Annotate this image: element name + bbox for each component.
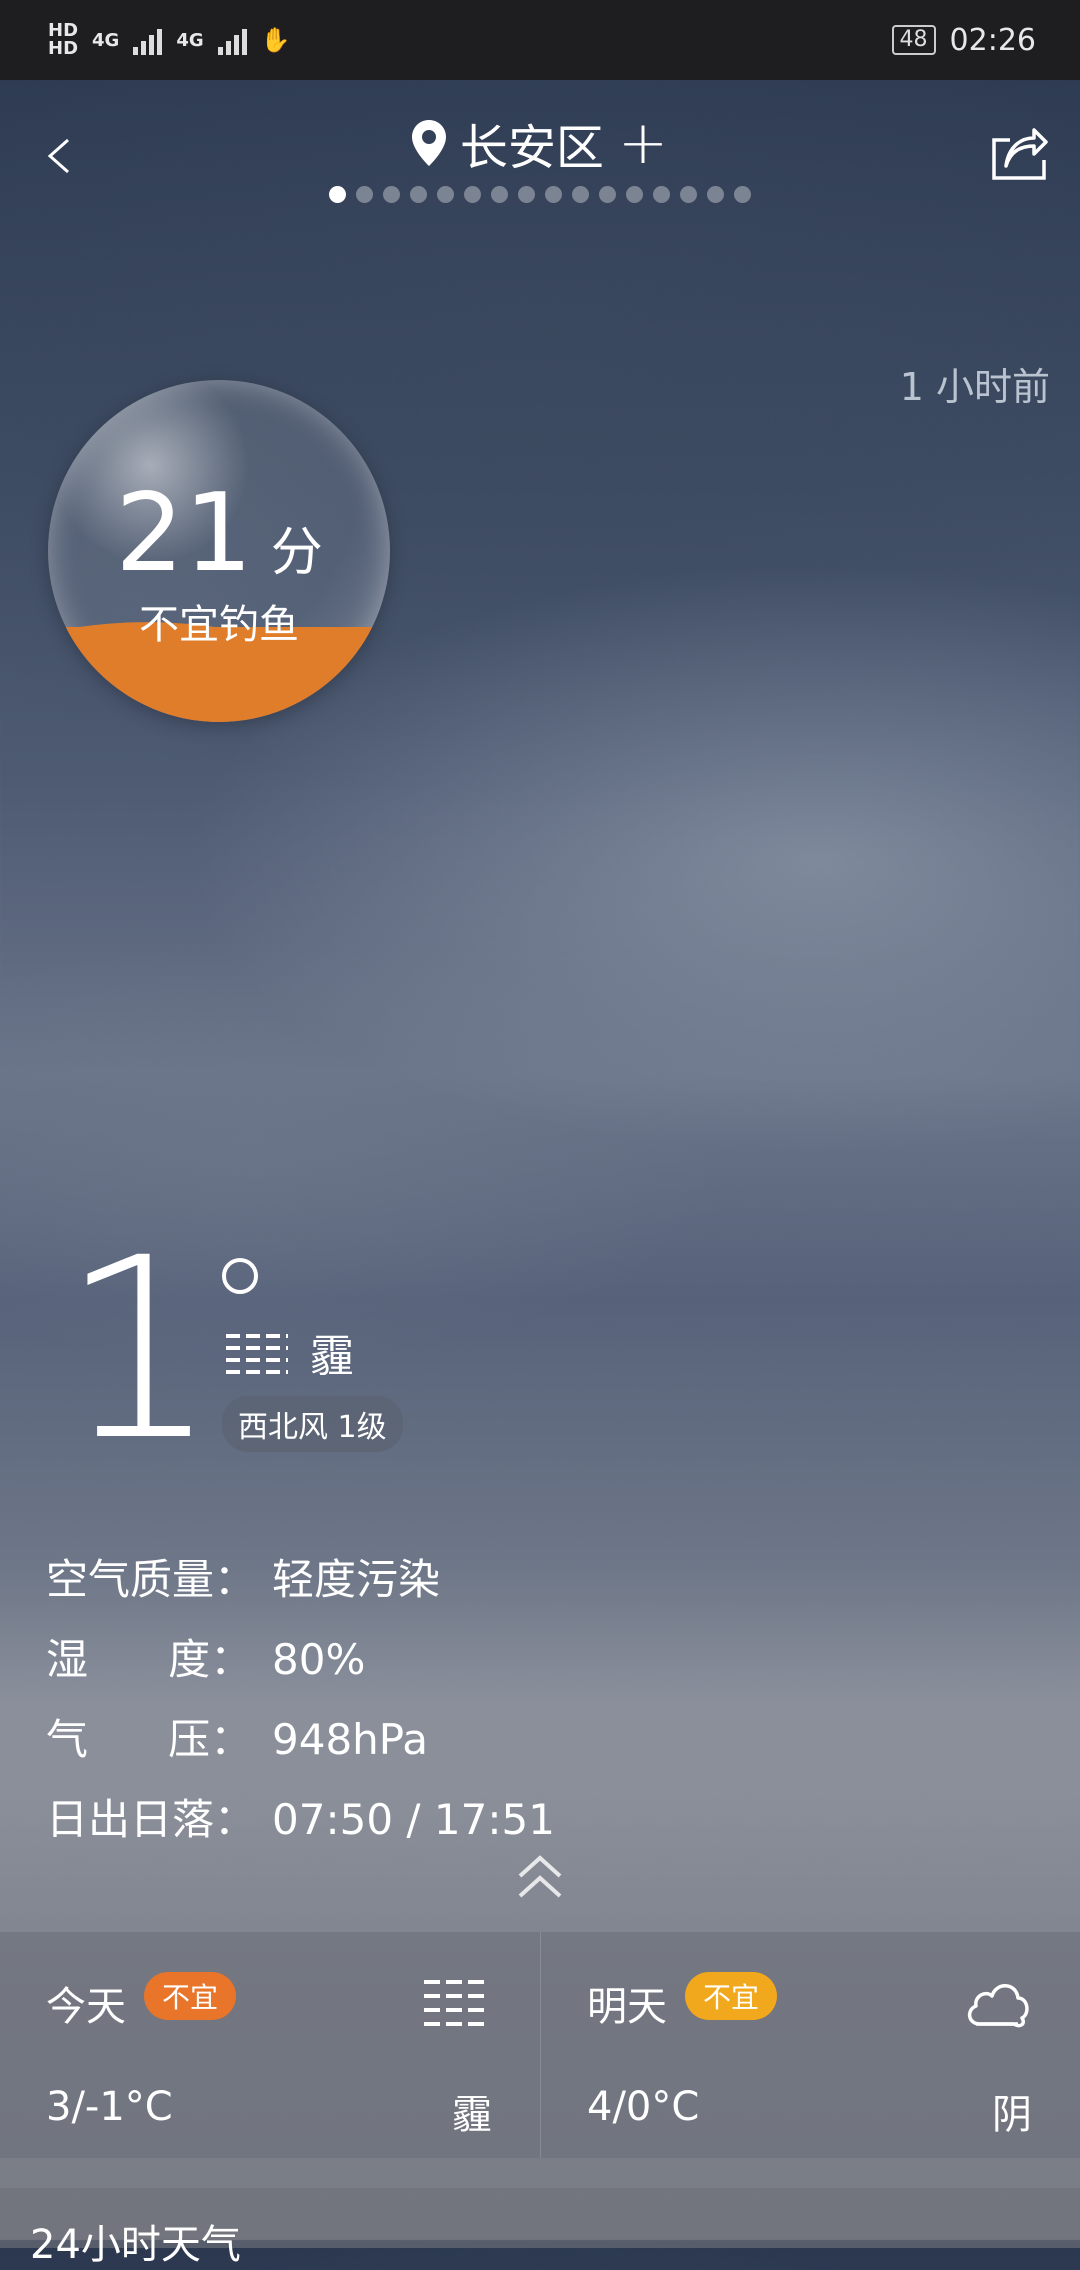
detail-row: 日出日落： 07:50 / 17:51 — [46, 1780, 555, 1860]
page-dot — [680, 186, 697, 203]
page-dot — [410, 186, 427, 203]
daily-forecast: 今天 不宜 3/-1°C 霾 明天 不宜 4/0°C 阴 — [0, 1932, 1080, 2158]
page-dot — [518, 186, 535, 203]
forecast-badge: 不宜 — [144, 1972, 237, 2020]
forecast-day-label: 明天 — [587, 1984, 667, 2030]
status-left: HD HD 4G 4G ✋ — [48, 22, 291, 58]
degree-symbol — [222, 1258, 258, 1294]
hand-icon: ✋ — [260, 26, 291, 54]
page-dot — [653, 186, 670, 203]
forecast-day-label: 今天 — [46, 1984, 126, 2030]
haze-icon — [424, 1980, 490, 2026]
top-nav: 长安区 + — [0, 80, 1080, 220]
sim2-label: HD — [48, 38, 79, 59]
forecast-condition: 阴 — [992, 2092, 1032, 2138]
detail-key: 日出日落： — [46, 1795, 257, 1844]
page-dot — [707, 186, 724, 203]
fishing-index-bubble[interactable]: 21 分 不宜钓鱼 — [48, 380, 390, 722]
signal-icon-2 — [217, 25, 247, 55]
battery-icon: 48 — [891, 25, 936, 55]
page-dot — [734, 186, 751, 203]
fishing-score: 21 分 — [48, 480, 390, 588]
status-bar: HD HD 4G 4G ✋ 48 02:26 — [0, 0, 1080, 80]
network2-label: 4G — [176, 29, 204, 51]
share-icon[interactable] — [988, 126, 1050, 184]
signal-icon — [133, 25, 163, 55]
forecast-today[interactable]: 今天 不宜 3/-1°C 霾 — [0, 1932, 540, 2158]
page-dot — [545, 186, 562, 203]
location-pin-icon — [411, 120, 446, 166]
page-dot — [491, 186, 508, 203]
detail-value: 07:50 / 17:51 — [272, 1795, 555, 1844]
network1-label: 4G — [92, 29, 120, 51]
detail-value: 80% — [272, 1635, 366, 1684]
forecast-temp: 4/0°C — [587, 2084, 700, 2130]
detail-row: 空气质量： 轻度污染 — [46, 1540, 555, 1620]
current-temperature: 1 — [60, 1204, 220, 1495]
clock: 02:26 — [949, 22, 1036, 58]
forecast-tomorrow[interactable]: 明天 不宜 4/0°C 阴 — [540, 1932, 1080, 2158]
forecast-condition: 霾 — [452, 2092, 492, 2138]
haze-icon — [226, 1334, 288, 1374]
page-indicator — [0, 186, 1080, 203]
detail-value: 轻度污染 — [272, 1555, 441, 1604]
page-dot — [383, 186, 400, 203]
detail-key: 空气质量： — [46, 1555, 257, 1604]
page-dot — [572, 186, 589, 203]
page-dot — [437, 186, 454, 203]
add-city-icon[interactable]: + — [618, 113, 668, 173]
page-dot — [356, 186, 373, 203]
page-dot — [599, 186, 616, 203]
forecast-badge: 不宜 — [685, 1972, 778, 2020]
detail-key: 湿 度： — [46, 1635, 253, 1684]
expand-up-icon[interactable] — [516, 1854, 564, 1900]
hourly-section[interactable]: 24小时天气 — [0, 2188, 1080, 2268]
detail-value: 948hPa — [272, 1715, 428, 1764]
status-right: 48 02:26 — [891, 22, 1036, 58]
fishing-label: 不宜钓鱼 — [139, 602, 299, 648]
location-name: 长安区 — [459, 120, 604, 176]
location-title[interactable]: 长安区 + — [0, 108, 1080, 178]
hourly-title: 24小时天气 — [30, 2222, 241, 2268]
detail-key: 气 压： — [46, 1715, 253, 1764]
updated-time: 1 小时前 — [899, 365, 1050, 409]
fishing-score-value: 21 — [115, 471, 253, 596]
current-condition: 霾 — [224, 1320, 354, 1384]
forecast-temp: 3/-1°C — [46, 2084, 173, 2130]
page-dot — [464, 186, 481, 203]
detail-row: 气 压： 948hPa — [46, 1700, 555, 1780]
page-dot — [329, 186, 346, 203]
condition-text: 霾 — [310, 1331, 354, 1382]
fishing-score-unit: 分 — [270, 523, 323, 583]
wind-badge: 西北风 1级 — [222, 1396, 403, 1452]
cloud-icon — [967, 1984, 1029, 2028]
page-dot — [626, 186, 643, 203]
weather-details: 空气质量： 轻度污染湿 度： 80% 气 压： 948hPa 日出日落： 07:50 / 1… — [46, 1540, 555, 1860]
detail-row: 湿 度： 80% — [46, 1620, 555, 1700]
